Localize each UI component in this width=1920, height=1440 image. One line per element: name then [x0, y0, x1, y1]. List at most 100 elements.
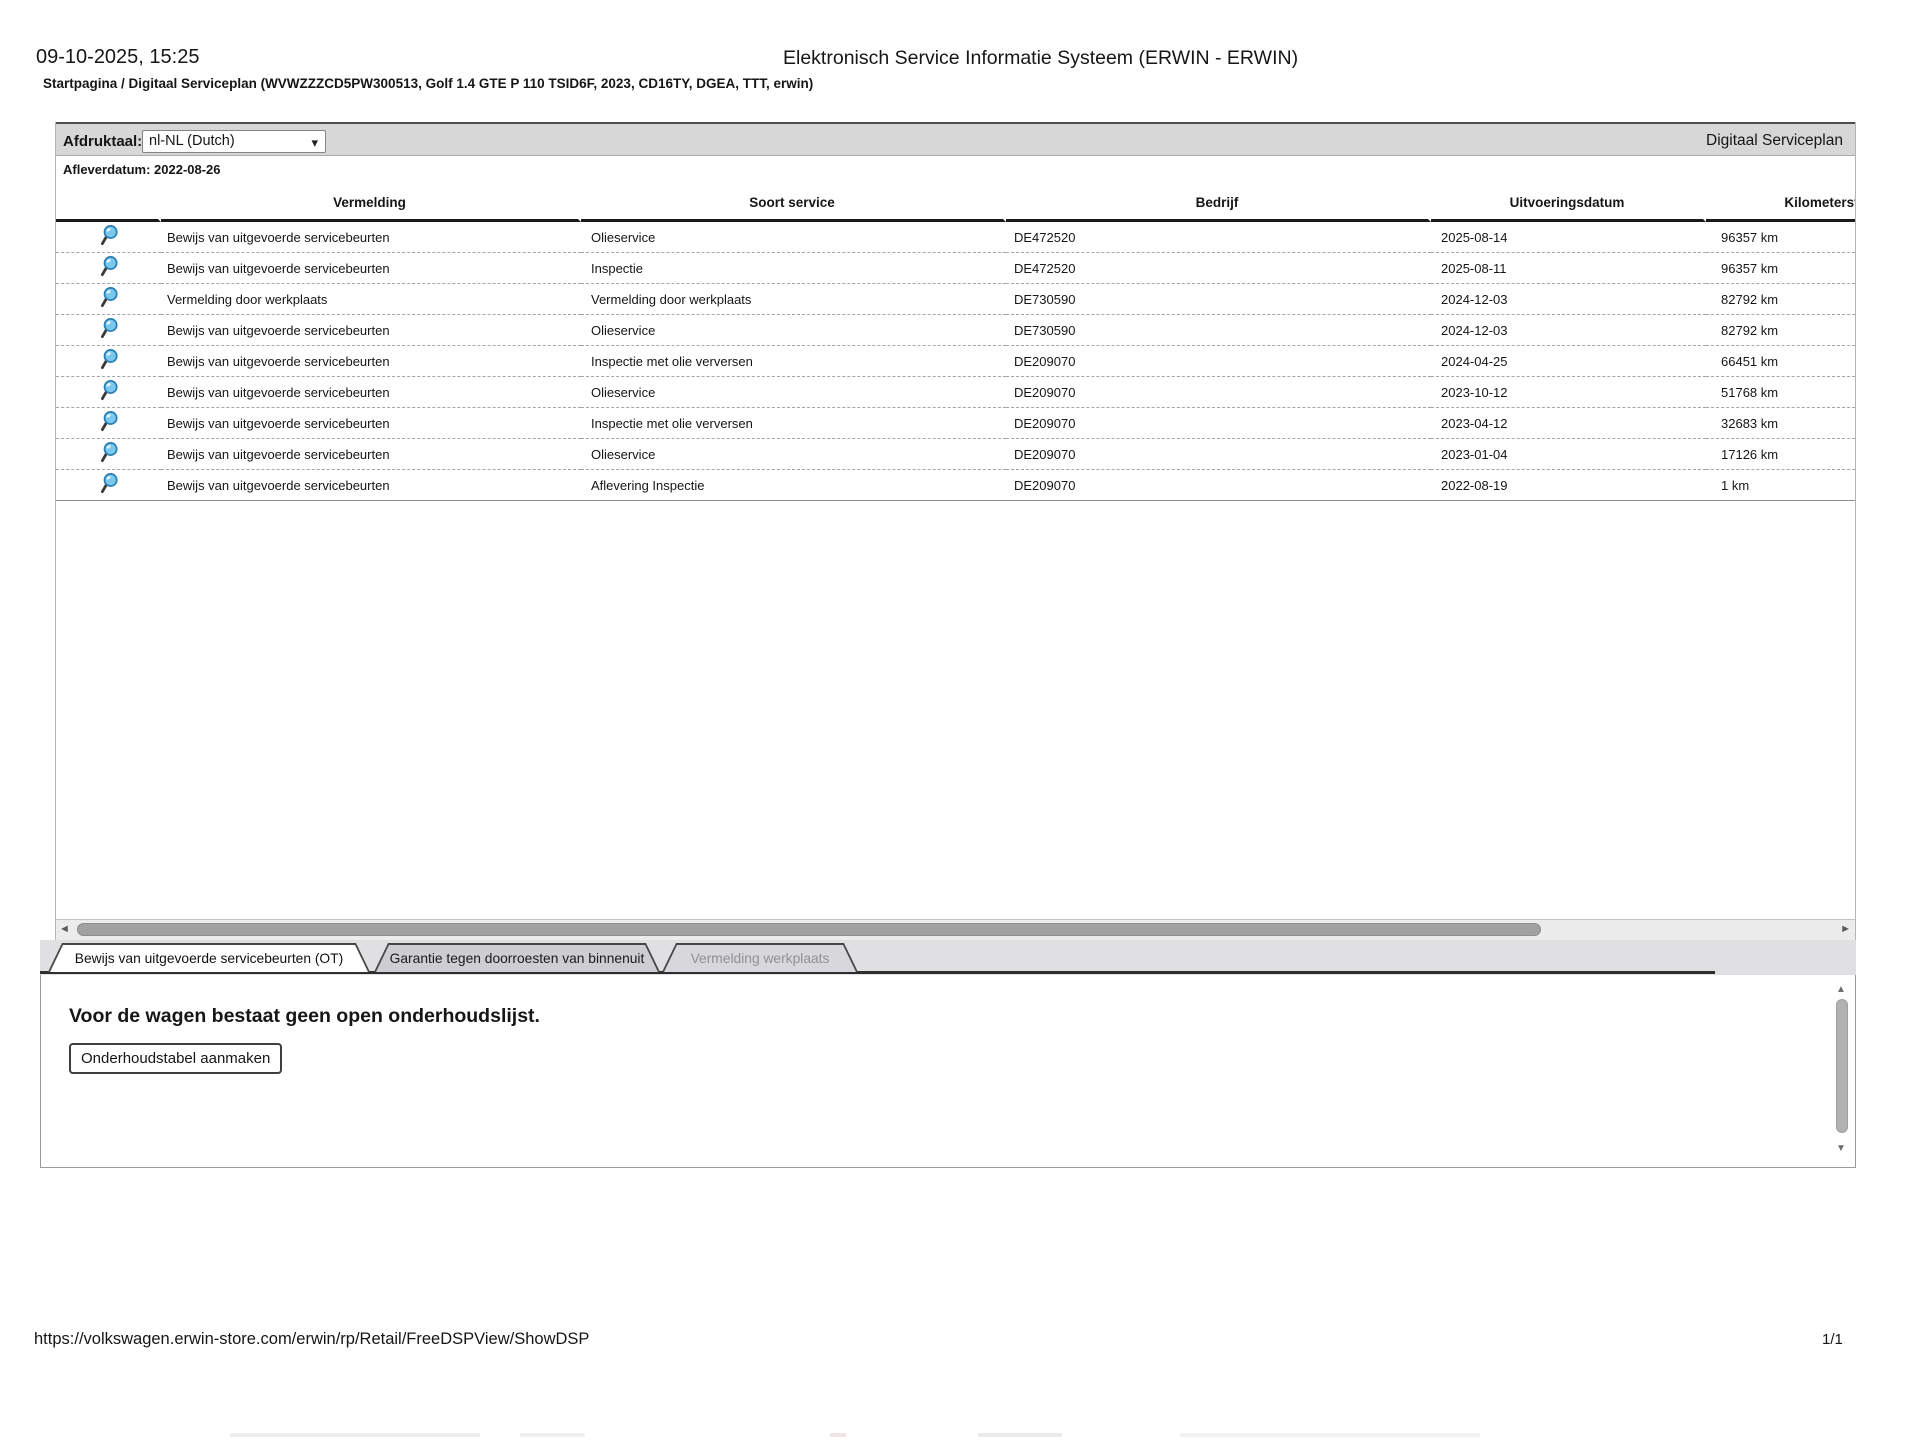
cell-vermelding: Vermelding door werkplaats [161, 284, 581, 315]
chevron-down-icon: ▾ [311, 135, 318, 150]
cell-uitvoeringsdatum: 2022-08-19 [1431, 470, 1706, 501]
scan-artifact-strip [0, 1431, 1920, 1438]
table-row: Bewijs van uitgevoerde servicebeurten Ol… [56, 439, 1855, 470]
table-row: Bewijs van uitgevoerde servicebeurten Ol… [56, 315, 1855, 346]
row-detail-cell [56, 315, 161, 346]
cell-soort-service: Aflevering Inspectie [581, 470, 1006, 501]
column-header-uitvoeringsdatum: Uitvoeringsdatum [1431, 184, 1706, 222]
cell-uitvoeringsdatum: 2023-10-12 [1431, 377, 1706, 408]
cell-uitvoeringsdatum: 2024-12-03 [1431, 284, 1706, 315]
cell-kilometerstand: 51768 km [1706, 377, 1855, 408]
create-maintenance-table-button[interactable]: Onderhoudstabel aanmaken [69, 1043, 283, 1074]
scroll-up-arrow-icon[interactable]: ▲ [1836, 984, 1846, 995]
cell-uitvoeringsdatum: 2025-08-11 [1431, 253, 1706, 284]
cell-vermelding: Bewijs van uitgevoerde servicebeurten [161, 253, 581, 284]
page-title: Elektronisch Service Informatie Systeem … [783, 47, 1299, 69]
cell-vermelding: Bewijs van uitgevoerde servicebeurten [161, 470, 581, 501]
cell-bedrijf: DE209070 [1006, 439, 1431, 470]
cell-kilometerstand: 82792 km [1706, 284, 1855, 315]
row-detail-cell [56, 377, 161, 408]
tab-label: Bewijs van uitgevoerde servicebeurten (O… [50, 945, 368, 972]
cell-soort-service: Olieservice [581, 315, 1006, 346]
cell-soort-service: Vermelding door werkplaats [581, 284, 1006, 315]
magnifier-icon[interactable] [99, 441, 119, 464]
cell-bedrijf: DE209070 [1006, 408, 1431, 439]
cell-soort-service: Inspectie met olie verversen [581, 346, 1006, 377]
cell-vermelding: Bewijs van uitgevoerde servicebeurten [161, 222, 581, 253]
cell-soort-service: Inspectie [581, 253, 1006, 284]
row-detail-cell [56, 346, 161, 377]
horizontal-scrollbar-thumb[interactable] [77, 923, 1541, 936]
cell-uitvoeringsdatum: 2023-04-12 [1431, 408, 1706, 439]
cell-uitvoeringsdatum: 2025-08-14 [1431, 222, 1706, 253]
tab-bewijs-servicebeurten[interactable]: Bewijs van uitgevoerde servicebeurten (O… [48, 943, 370, 972]
table-row: Bewijs van uitgevoerde servicebeurten In… [56, 253, 1855, 284]
print-language-label: Afdruktaal: [63, 133, 143, 150]
magnifier-icon[interactable] [99, 286, 119, 309]
print-language-select[interactable]: nl-NL (Dutch) ▾ [142, 130, 326, 153]
row-detail-cell [56, 253, 161, 284]
cell-uitvoeringsdatum: 2023-01-04 [1431, 439, 1706, 470]
cell-uitvoeringsdatum: 2024-04-25 [1431, 346, 1706, 377]
cell-bedrijf: DE209070 [1006, 470, 1431, 501]
row-detail-cell [56, 408, 161, 439]
tab-vermelding-werkplaats[interactable]: Vermelding werkplaats [662, 943, 858, 972]
print-language-selected-value: nl-NL (Dutch) [149, 133, 235, 149]
cell-kilometerstand: 82792 km [1706, 315, 1855, 346]
scroll-left-arrow-icon[interactable]: ◄ [59, 923, 70, 935]
table-row: Bewijs van uitgevoerde servicebeurten Ol… [56, 222, 1855, 253]
cell-bedrijf: DE209070 [1006, 346, 1431, 377]
table-header-row: Vermelding Soort service Bedrijf Uitvoer… [56, 184, 1855, 222]
cell-soort-service: Olieservice [581, 222, 1006, 253]
cell-kilometerstand: 17126 km [1706, 439, 1855, 470]
horizontal-scrollbar[interactable]: ◄ ► [56, 919, 1855, 940]
magnifier-icon[interactable] [99, 317, 119, 340]
cell-bedrijf: DE209070 [1006, 377, 1431, 408]
cell-kilometerstand: 66451 km [1706, 346, 1855, 377]
service-table-viewport: Vermelding Soort service Bedrijf Uitvoer… [56, 184, 1855, 501]
cell-kilometerstand: 32683 km [1706, 408, 1855, 439]
row-detail-cell [56, 470, 161, 501]
cell-kilometerstand: 96357 km [1706, 253, 1855, 284]
maintenance-panel: Voor de wagen bestaat geen open onderhou… [40, 975, 1856, 1168]
table-row: Bewijs van uitgevoerde servicebeurten Af… [56, 470, 1855, 501]
table-row: Bewijs van uitgevoerde servicebeurten In… [56, 346, 1855, 377]
cell-soort-service: Inspectie met olie verversen [581, 408, 1006, 439]
cell-bedrijf: DE472520 [1006, 253, 1431, 284]
breadcrumb: Startpagina / Digitaal Serviceplan (WVWZ… [43, 76, 814, 91]
magnifier-icon[interactable] [99, 472, 119, 495]
tab-garantie-doorroesten[interactable]: Garantie tegen doorroesten van binnenuit [374, 943, 660, 972]
print-timestamp: 09-10-2025, 15:25 [36, 46, 200, 68]
column-header-soort-service: Soort service [581, 184, 1006, 222]
cell-soort-service: Olieservice [581, 377, 1006, 408]
cell-kilometerstand: 1 km [1706, 470, 1855, 501]
column-header-icon [56, 184, 161, 222]
scroll-right-arrow-icon[interactable]: ► [1840, 923, 1851, 935]
row-detail-cell [56, 284, 161, 315]
row-detail-cell [56, 439, 161, 470]
tab-strip: Bewijs van uitgevoerde servicebeurten (O… [40, 940, 1856, 975]
cell-bedrijf: DE730590 [1006, 315, 1431, 346]
cell-soort-service: Olieservice [581, 439, 1006, 470]
scroll-down-arrow-icon[interactable]: ▼ [1836, 1143, 1846, 1154]
column-header-bedrijf: Bedrijf [1006, 184, 1431, 222]
column-header-vermelding: Vermelding [161, 184, 581, 222]
cell-vermelding: Bewijs van uitgevoerde servicebeurten [161, 439, 581, 470]
magnifier-icon[interactable] [99, 224, 119, 247]
vertical-scrollbar-thumb[interactable] [1836, 999, 1848, 1133]
cell-bedrijf: DE472520 [1006, 222, 1431, 253]
cell-vermelding: Bewijs van uitgevoerde servicebeurten [161, 315, 581, 346]
table-row: Vermelding door werkplaats Vermelding do… [56, 284, 1855, 315]
magnifier-icon[interactable] [99, 255, 119, 278]
magnifier-icon[interactable] [99, 410, 119, 433]
service-history-table: Vermelding Soort service Bedrijf Uitvoer… [56, 184, 1855, 501]
cell-bedrijf: DE730590 [1006, 284, 1431, 315]
magnifier-icon[interactable] [99, 379, 119, 402]
content-frame: Afdruktaal: nl-NL (Dutch) ▾ Digitaal Ser… [55, 122, 1856, 940]
print-language-toolbar: Afdruktaal: nl-NL (Dutch) ▾ Digitaal Ser… [56, 122, 1855, 156]
magnifier-icon[interactable] [99, 348, 119, 371]
cell-vermelding: Bewijs van uitgevoerde servicebeurten [161, 377, 581, 408]
table-row: Bewijs van uitgevoerde servicebeurten In… [56, 408, 1855, 439]
vertical-scrollbar[interactable]: ▲ ▼ [1834, 984, 1850, 1154]
delivery-date-label: Afleverdatum: 2022-08-26 [63, 162, 221, 177]
